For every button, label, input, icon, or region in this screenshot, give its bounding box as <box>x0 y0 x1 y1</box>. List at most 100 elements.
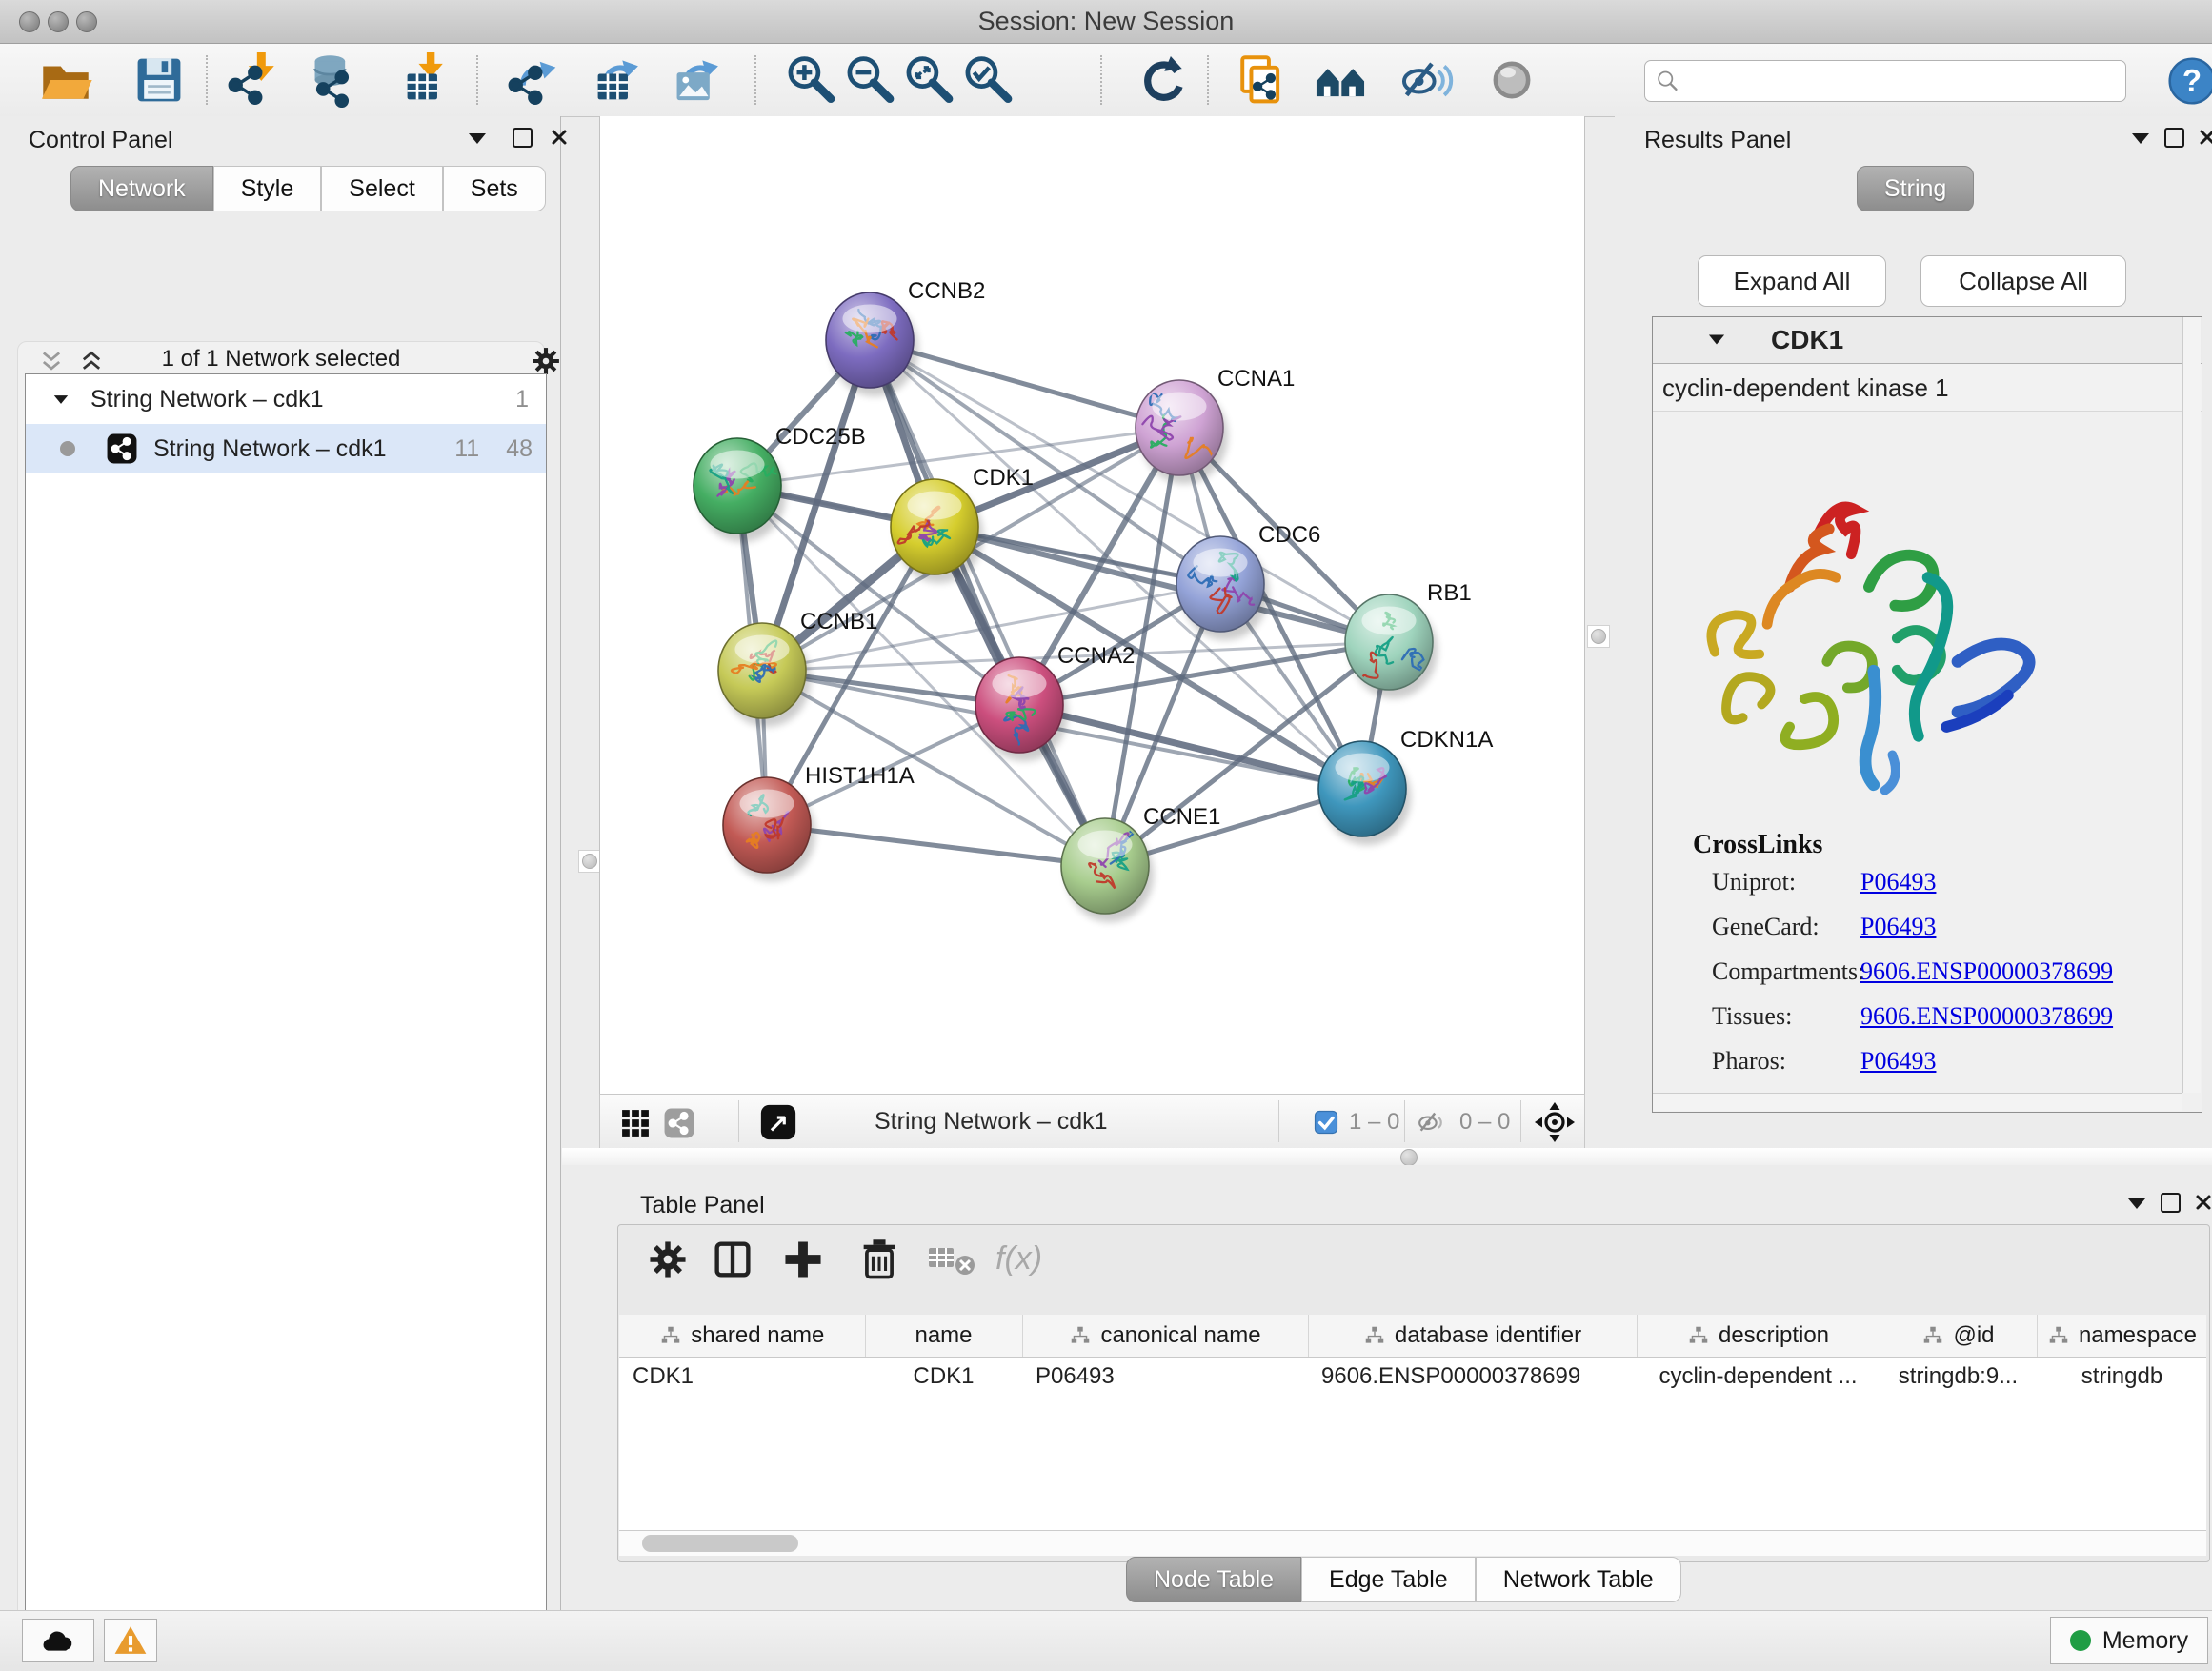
column-header[interactable]: namespace <box>2037 1315 2206 1358</box>
results-vertical-scrollbar[interactable] <box>2182 317 2201 1093</box>
toolbar-separator <box>1207 55 1209 105</box>
table-cell[interactable]: cyclin-dependent ... <box>1637 1358 1880 1397</box>
open-session-button[interactable] <box>38 52 93 108</box>
table-row[interactable]: CDK1CDK1P064939606.ENSP00000378699cyclin… <box>619 1358 2206 1397</box>
table-cell[interactable]: P06493 <box>1022 1358 1308 1397</box>
table-options-gear-icon[interactable] <box>645 1237 691 1282</box>
delete-table-icon[interactable] <box>927 1240 976 1278</box>
crosslink-link[interactable]: P06493 <box>1860 1047 1936 1076</box>
cloud-status-button[interactable] <box>22 1619 94 1662</box>
cloud-icon <box>39 1625 77 1656</box>
search-input[interactable] <box>1689 63 2122 99</box>
tab-string[interactable]: String <box>1857 166 1974 211</box>
crosslink-link[interactable]: 9606.ENSP00000378699 <box>1860 957 2113 986</box>
zoom-in-button[interactable] <box>783 52 838 108</box>
close-panel-icon[interactable] <box>2193 1192 2212 1213</box>
panel-splitter-grip[interactable] <box>1587 625 1610 648</box>
float-panel-icon[interactable] <box>2164 128 2184 148</box>
network-canvas[interactable]: CCNB2CCNA1CDC25BCDK1CDC6RB1CCNB1CCNA2CDK… <box>599 116 1585 1094</box>
tab-style[interactable]: Style <box>213 166 322 211</box>
import-table-button[interactable] <box>396 52 452 108</box>
footer-separator <box>738 1100 739 1142</box>
network-view-icon[interactable] <box>663 1107 695 1139</box>
protein-structure-image <box>1678 447 2051 820</box>
refresh-network-button[interactable] <box>1136 52 1191 108</box>
panel-splitter-grip[interactable] <box>578 850 601 873</box>
export-table-button[interactable] <box>587 52 642 108</box>
window-title: Session: New Session <box>0 0 2212 43</box>
graph-node-label: HIST1H1A <box>805 763 915 789</box>
results-horizontal-scrollbar[interactable] <box>1653 1093 2182 1111</box>
birdseye-view-icon[interactable]: ↗ <box>758 1102 798 1142</box>
hide-selected-button[interactable] <box>1400 52 1456 108</box>
column-header[interactable]: database identifier <box>1308 1315 1637 1358</box>
highlight-button[interactable] <box>1484 52 1539 108</box>
grip-dot-icon <box>1591 629 1606 644</box>
graph-node-label: CDK1 <box>973 465 1034 491</box>
tab-network[interactable]: Network <box>70 166 213 211</box>
scrollbar-thumb[interactable] <box>642 1535 798 1552</box>
graph-node-label: CDC6 <box>1258 522 1320 548</box>
help-button[interactable]: ? <box>2166 55 2212 107</box>
column-header[interactable]: description <box>1637 1315 1880 1358</box>
tab-select[interactable]: Select <box>321 166 442 211</box>
table-cell[interactable]: stringdb <box>2037 1358 2206 1397</box>
save-session-button[interactable] <box>131 52 187 108</box>
column-header[interactable]: shared name <box>619 1315 865 1358</box>
crosslink-label: Compartments: <box>1712 957 1864 986</box>
add-column-icon[interactable] <box>780 1237 826 1282</box>
warnings-button[interactable] <box>104 1619 157 1662</box>
table-cell[interactable]: 9606.ENSP00000378699 <box>1308 1358 1637 1397</box>
panel-menu-icon[interactable] <box>2132 133 2149 144</box>
collapse-gene-icon[interactable] <box>1709 335 1724 345</box>
table-cell[interactable]: CDK1 <box>865 1358 1022 1397</box>
export-image-button[interactable] <box>667 52 722 108</box>
panel-menu-icon[interactable] <box>2128 1198 2145 1209</box>
network-view-toolbar: ↗ String Network – cdk1 1 – 0 0 – 0 <box>599 1094 1585 1150</box>
horizontal-splitter[interactable] <box>562 1148 2212 1166</box>
tab-node-table[interactable]: Node Table <box>1126 1557 1301 1602</box>
float-panel-icon[interactable] <box>513 128 533 148</box>
network-collection-row[interactable]: String Network – cdk1 1 <box>26 374 546 424</box>
grip-dot-icon <box>582 854 597 869</box>
grid-view-icon[interactable] <box>619 1107 652 1139</box>
column-header[interactable]: @id <box>1880 1315 2037 1358</box>
clone-network-button[interactable] <box>1234 52 1289 108</box>
float-panel-icon[interactable] <box>2161 1193 2181 1213</box>
tab-edge-table[interactable]: Edge Table <box>1301 1557 1476 1602</box>
close-panel-icon[interactable] <box>2197 127 2212 148</box>
table-horizontal-scrollbar[interactable] <box>619 1530 2206 1556</box>
delete-column-icon[interactable] <box>856 1237 902 1282</box>
zoom-selected-button[interactable] <box>960 52 1016 108</box>
function-builder-icon[interactable]: f(x) <box>992 1233 1064 1282</box>
export-network-button[interactable] <box>507 52 562 108</box>
zoom-out-button[interactable] <box>842 52 897 108</box>
tab-network-table[interactable]: Network Table <box>1476 1557 1681 1602</box>
zoom-fit-button[interactable] <box>901 52 956 108</box>
import-network-file-button[interactable] <box>227 52 282 108</box>
hidden-eye-icon[interactable] <box>1414 1107 1452 1137</box>
selected-checkbox-icon[interactable] <box>1313 1109 1339 1136</box>
gene-card-header[interactable]: CDK1 <box>1653 317 2202 364</box>
crosslink-link[interactable]: P06493 <box>1860 868 1936 896</box>
crosslink-link[interactable]: 9606.ENSP00000378699 <box>1860 1002 2113 1031</box>
tree-expander-icon[interactable] <box>54 395 68 404</box>
show-columns-icon[interactable] <box>710 1237 755 1282</box>
table-cell[interactable]: stringdb:9... <box>1880 1358 2037 1397</box>
network-row-selected[interactable]: String Network – cdk1 11 48 <box>26 424 546 473</box>
collapse-all-button[interactable]: Collapse All <box>1920 255 2126 307</box>
table-cell[interactable]: CDK1 <box>619 1358 865 1397</box>
tab-sets[interactable]: Sets <box>443 166 546 211</box>
import-network-database-button[interactable] <box>305 52 360 108</box>
crosslink-link[interactable]: P06493 <box>1860 913 1936 941</box>
memory-button[interactable]: Memory <box>2050 1617 2208 1664</box>
fit-selected-crosshair-icon[interactable] <box>1534 1101 1576 1143</box>
column-header[interactable]: name <box>865 1315 1022 1358</box>
close-panel-icon[interactable] <box>549 127 570 148</box>
svg-text:↗: ↗ <box>768 1109 789 1137</box>
network-row-label: String Network – cdk1 <box>153 435 387 463</box>
column-header[interactable]: canonical name <box>1022 1315 1308 1358</box>
panel-menu-icon[interactable] <box>469 133 486 144</box>
expand-all-button[interactable]: Expand All <box>1698 255 1886 307</box>
show-all-button[interactable] <box>1313 52 1368 108</box>
